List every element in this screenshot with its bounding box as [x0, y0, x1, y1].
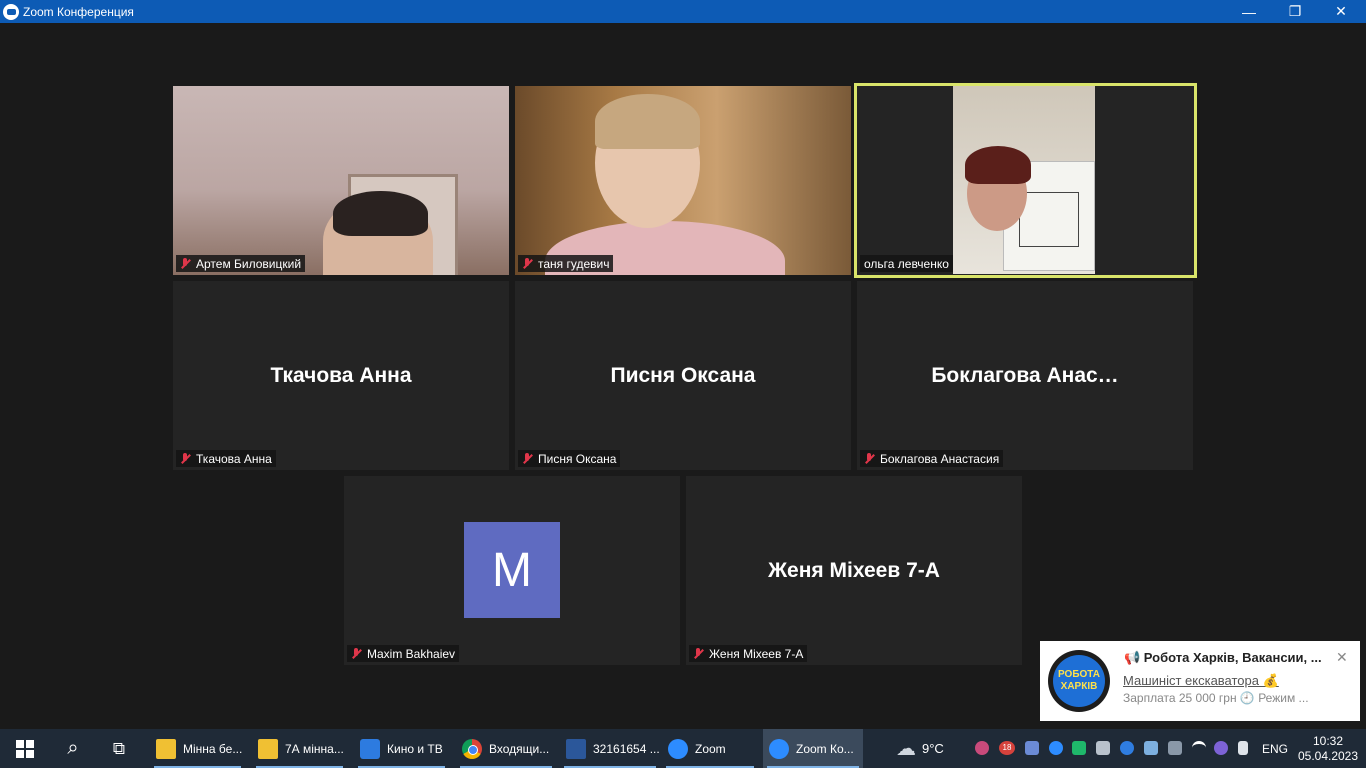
muted-mic-icon [691, 647, 705, 661]
taskbar-app-chrome[interactable]: Входящи... [456, 729, 556, 768]
task-view-button[interactable]: ⧉ [104, 729, 134, 768]
clock-date: 05.04.2023 [1297, 748, 1359, 763]
participant-name: Maxim Bakhaiev [367, 646, 456, 661]
participant-name-tag: Женя Міхеев 7-А [689, 645, 808, 662]
participant-name: таня гудевич [538, 256, 610, 271]
muted-mic-icon [178, 257, 192, 271]
participant-name-tag: Боклагова Анастасия [860, 450, 1004, 467]
gallery-view: Артем Биловицкий таня гудевич ольга левч… [0, 23, 1366, 729]
bluetooth-icon[interactable] [1120, 741, 1134, 755]
tray-app-icon[interactable] [1144, 741, 1158, 755]
participant-name-tag: Писня Оксана [518, 450, 621, 467]
participant-name-tag: Ткачова Анна [176, 450, 276, 467]
word-icon [566, 738, 586, 759]
participant-display-name: Писня Оксана [610, 363, 756, 387]
taskbar-app-zoom-meeting[interactable]: Zoom Ко... [763, 729, 863, 768]
participant-name-tag: Артем Биловицкий [176, 255, 306, 272]
muted-mic-icon [349, 647, 363, 661]
notification-close-button[interactable]: ✕ [1336, 649, 1348, 666]
zoom-icon [668, 738, 688, 759]
cloud-icon: ☁ [896, 738, 916, 760]
notification-body: Зарплата 25 000 грн 🕘 Режим ... [1123, 691, 1309, 705]
participant-name: ольга левченко [864, 256, 949, 271]
participant-name: Писня Оксана [538, 451, 617, 466]
participant-name: Боклагова Анастасия [880, 451, 1000, 466]
participant-name: Женя Міхеев 7-А [709, 646, 804, 661]
language-indicator[interactable]: ENG [1262, 729, 1292, 768]
folder-icon [156, 738, 176, 759]
clock[interactable]: 10:32 05.04.2023 [1298, 729, 1358, 768]
participant-display-name: Боклагова Анас… [931, 363, 1119, 387]
minimize-button[interactable]: — [1226, 0, 1272, 23]
tray-app-icon[interactable] [1168, 741, 1182, 755]
volume-icon[interactable] [1238, 741, 1248, 755]
muted-mic-icon [862, 452, 876, 466]
notification-title: 📢 Робота Харків, Вакансии, ... [1124, 650, 1322, 665]
zoom-icon [769, 738, 789, 759]
maximize-button[interactable]: ❐ [1272, 0, 1318, 23]
taskbar-app-word[interactable]: 32161654 ... [560, 729, 660, 768]
weather-temperature: 9°C [922, 741, 944, 756]
search-icon: ⌕ [67, 737, 79, 759]
participant-tile[interactable]: Писня Оксана Писня Оксана [515, 281, 851, 470]
participant-tile[interactable]: M Maxim Bakhaiev [344, 476, 680, 665]
zoom-app-icon [3, 3, 19, 20]
taskbar-app-zoom[interactable]: Zoom [662, 729, 758, 768]
tray-app-icon[interactable] [1072, 741, 1086, 755]
participant-name: Артем Биловицкий [196, 256, 302, 271]
security-icon[interactable] [1096, 741, 1110, 755]
taskbar: ⌕ ⧉ Мінна бе... 7А мінна... Кино и ТВ Вх… [0, 729, 1366, 768]
search-button[interactable]: ⌕ [58, 729, 88, 768]
participant-name-tag: таня гудевич [518, 255, 614, 272]
robota-kharkiv-logo: РОБОТА ХАРКІВ [1048, 650, 1110, 712]
viber-icon[interactable] [1214, 741, 1228, 755]
taskbar-app-explorer[interactable]: Мінна бе... [150, 729, 245, 768]
close-button[interactable]: ✕ [1318, 0, 1364, 23]
participant-display-name: Ткачова Анна [270, 363, 412, 387]
clock-time: 10:32 [1312, 733, 1344, 748]
participant-tile-video[interactable]: таня гудевич [515, 86, 851, 275]
tray-app-icon[interactable] [975, 741, 989, 755]
windows-start-icon[interactable] [16, 740, 34, 758]
notification-link[interactable]: Машиніст екскаватора 💰 [1123, 673, 1279, 689]
zoom-tray-icon[interactable] [1049, 741, 1063, 755]
muted-mic-icon [520, 257, 534, 271]
muted-mic-icon [520, 452, 534, 466]
muted-mic-icon [178, 452, 192, 466]
tray-notification-badge[interactable]: 18 [999, 741, 1015, 755]
film-icon [360, 738, 380, 759]
participant-avatar: M [464, 522, 560, 618]
tray-app-icon[interactable] [1025, 741, 1039, 755]
task-view-icon: ⧉ [112, 738, 126, 758]
participant-display-name: Женя Міхеев 7-А [768, 558, 940, 582]
taskbar-app-explorer[interactable]: 7А мінна... [252, 729, 347, 768]
participant-name-tag: ольга левченко [860, 255, 953, 272]
participant-name: Ткачова Анна [196, 451, 272, 466]
window-title: Zoom Конференция [23, 4, 134, 19]
title-bar: Zoom Конференция — ❐ ✕ [0, 0, 1366, 23]
participant-tile[interactable]: Ткачова Анна Ткачова Анна [173, 281, 509, 470]
participant-name-tag: Maxim Bakhaiev [347, 645, 460, 662]
participant-tile-video[interactable]: Артем Биловицкий [173, 86, 509, 275]
notification-toast[interactable]: РОБОТА ХАРКІВ 📢 Робота Харків, Вакансии,… [1040, 641, 1360, 721]
participant-tile-active-speaker[interactable]: ольга левченко [854, 83, 1197, 278]
participant-tile[interactable]: Женя Міхеев 7-А Женя Міхеев 7-А [686, 476, 1022, 665]
chrome-icon [462, 738, 482, 759]
weather-widget[interactable]: ☁ 9°C [896, 729, 956, 768]
participant-tile[interactable]: Боклагова Анас… Боклагова Анастасия [857, 281, 1193, 470]
taskbar-app-movies[interactable]: Кино и ТВ [354, 729, 449, 768]
folder-icon [258, 738, 278, 759]
wifi-icon[interactable] [1192, 741, 1206, 755]
